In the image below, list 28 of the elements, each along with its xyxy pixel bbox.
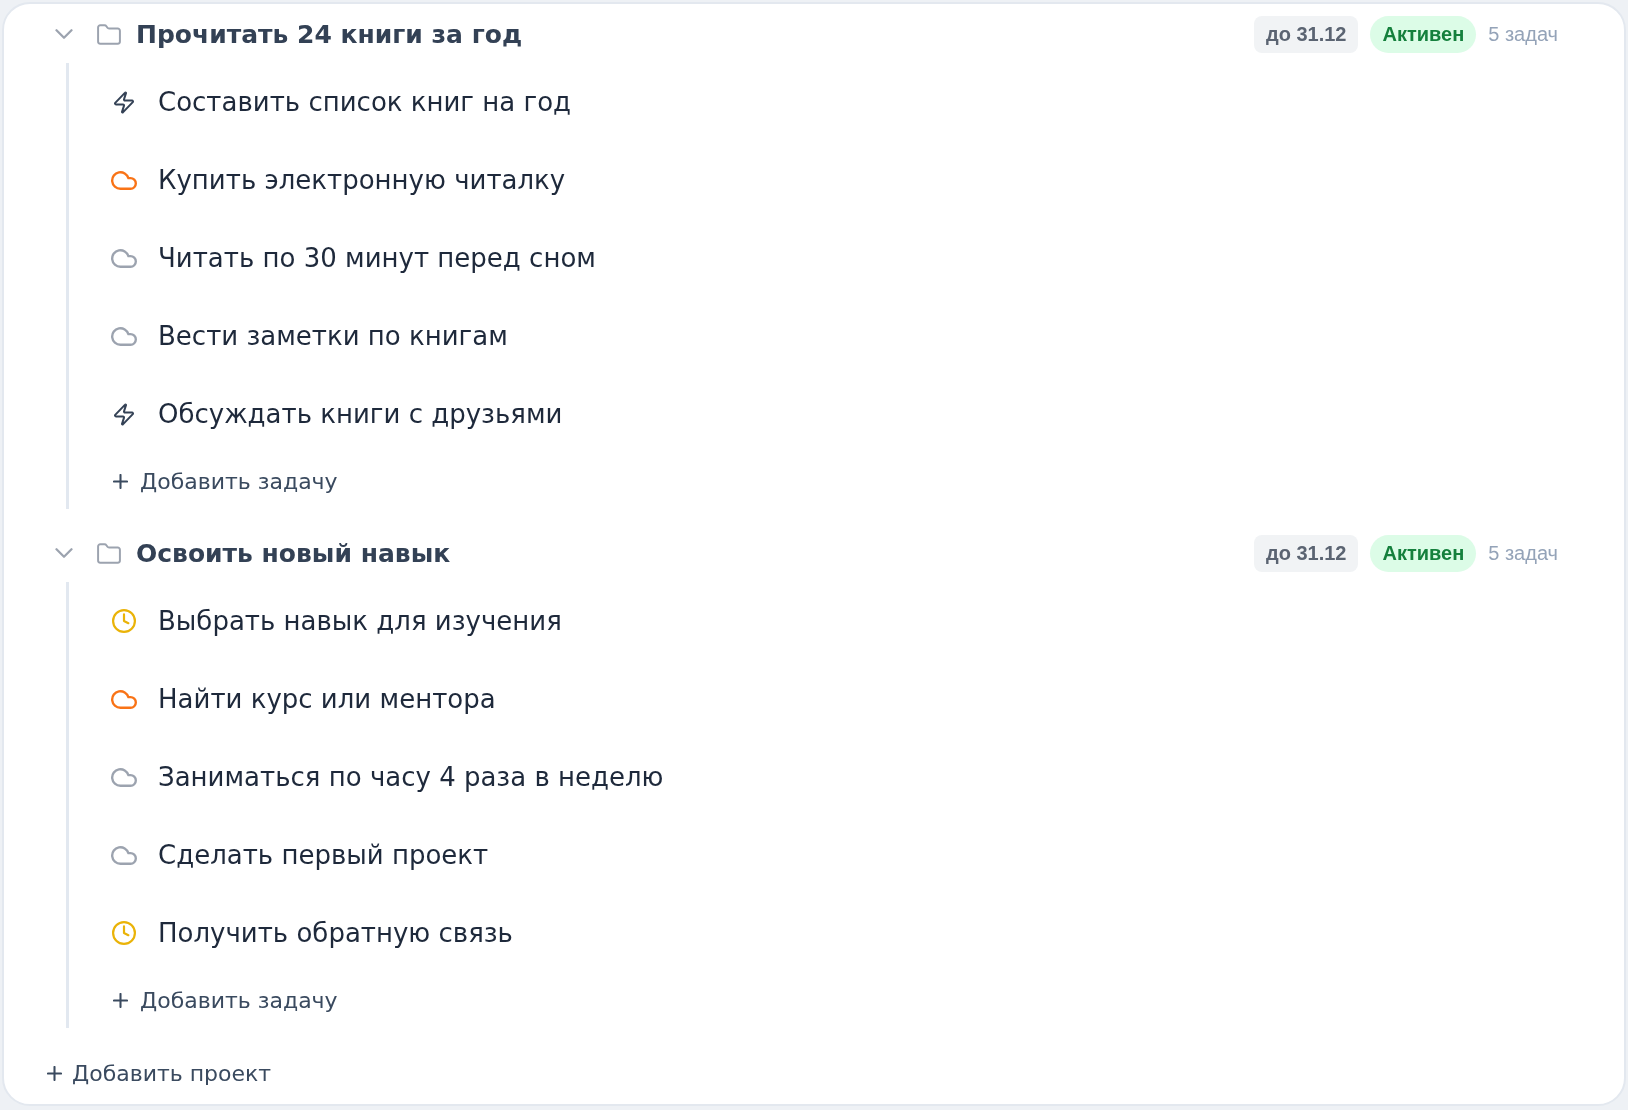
deadline-badge: до 31.12 — [1253, 534, 1359, 572]
task-title[interactable]: Сделать первый проект — [158, 840, 489, 870]
task-title[interactable]: Читать по 30 минут перед сном — [158, 243, 596, 273]
task-title[interactable]: Найти курс или ментора — [158, 684, 496, 714]
chevron-icon[interactable] — [55, 29, 73, 39]
plus-icon — [113, 992, 128, 1008]
task-title[interactable]: Обсуждать книги с друзьями — [158, 399, 563, 429]
task-title[interactable]: Выбрать навык для изучения — [158, 606, 562, 636]
folder-icon — [97, 23, 121, 45]
plus-icon — [113, 473, 128, 489]
project-title[interactable]: Освоить новый навык — [136, 538, 451, 568]
add-project-button[interactable]: Добавить проект — [47, 1053, 272, 1093]
task-title[interactable]: Вести заметки по книгам — [158, 321, 508, 351]
task-title[interactable]: Купить электронную читалку — [158, 165, 566, 195]
deadline-badge: до 31.12 — [1253, 15, 1359, 53]
status-badge: Активен — [1370, 15, 1477, 53]
add-task-button[interactable]: Добавить задачу — [113, 972, 338, 1028]
task-title[interactable]: Заниматься по часу 4 раза в неделю — [158, 762, 664, 792]
status-badge: Активен — [1370, 534, 1477, 572]
task-count: 5 задач — [1488, 22, 1558, 46]
plus-icon — [47, 1065, 62, 1081]
task-count: 5 задач — [1488, 541, 1558, 565]
folder-icon — [97, 542, 121, 564]
task-title[interactable]: Составить список книг на год — [158, 87, 572, 117]
add-task-button[interactable]: Добавить задачу — [113, 453, 338, 509]
task-title[interactable]: Получить обратную связь — [158, 918, 513, 948]
project-title[interactable]: Прочитать 24 книги за год — [136, 19, 523, 49]
chevron-icon[interactable] — [55, 548, 73, 558]
